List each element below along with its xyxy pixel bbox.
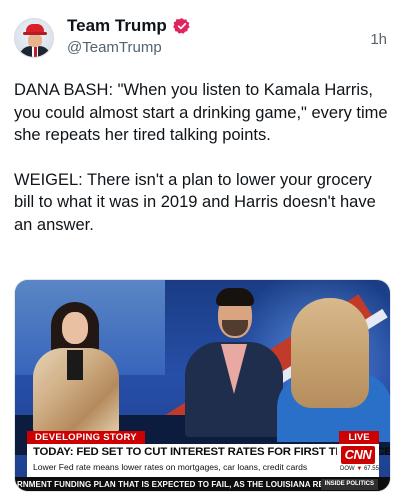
tweet-body: DANA BASH: "When you listen to Kamala Ha… [14, 79, 394, 236]
market-down-arrow-icon: ▼ [356, 466, 363, 472]
developing-story-tag: DEVELOPING STORY [27, 431, 145, 444]
network-box: CNN DOW ▼ 67.55 [337, 444, 379, 477]
display-name[interactable]: Team Trump [67, 16, 167, 36]
show-badge: INSIDE POLITICS [320, 479, 378, 490]
cnn-logo: CNN [341, 446, 375, 464]
ticker-text: RNMENT FUNDING PLAN THAT IS EXPECTED TO … [17, 480, 367, 489]
tweet-paragraph: DANA BASH: "When you listen to Kamala Ha… [14, 81, 388, 144]
news-chyron: DEVELOPING STORY LIVE TODAY: FED SET TO … [15, 431, 390, 491]
headline-bar: TODAY: FED SET TO CUT INTEREST RATES FOR… [27, 444, 390, 477]
tweet-video[interactable]: DEVELOPING STORY LIVE TODAY: FED SET TO … [14, 279, 391, 492]
tweet-timestamp[interactable]: 1h [370, 31, 387, 48]
verified-badge-icon [173, 17, 191, 35]
live-badge: LIVE [339, 431, 379, 444]
news-ticker: RNMENT FUNDING PLAN THAT IS EXPECTED TO … [15, 477, 390, 491]
tweet-paragraph: WEIGEL: There isn't a plan to lower your… [14, 170, 376, 234]
author-handle[interactable]: @TeamTrump [67, 39, 162, 56]
market-value: 67.55 [363, 466, 379, 472]
chyron-subhead: Lower Fed rate means lower rates on mort… [33, 462, 308, 472]
tweet-header: Team Trump @TeamTrump 1h [14, 14, 391, 64]
avatar[interactable] [14, 18, 54, 58]
market-label: DOW [340, 466, 355, 472]
market-readout: DOW ▼ 67.55 [340, 466, 379, 472]
author-name-row[interactable]: Team Trump [67, 16, 191, 36]
